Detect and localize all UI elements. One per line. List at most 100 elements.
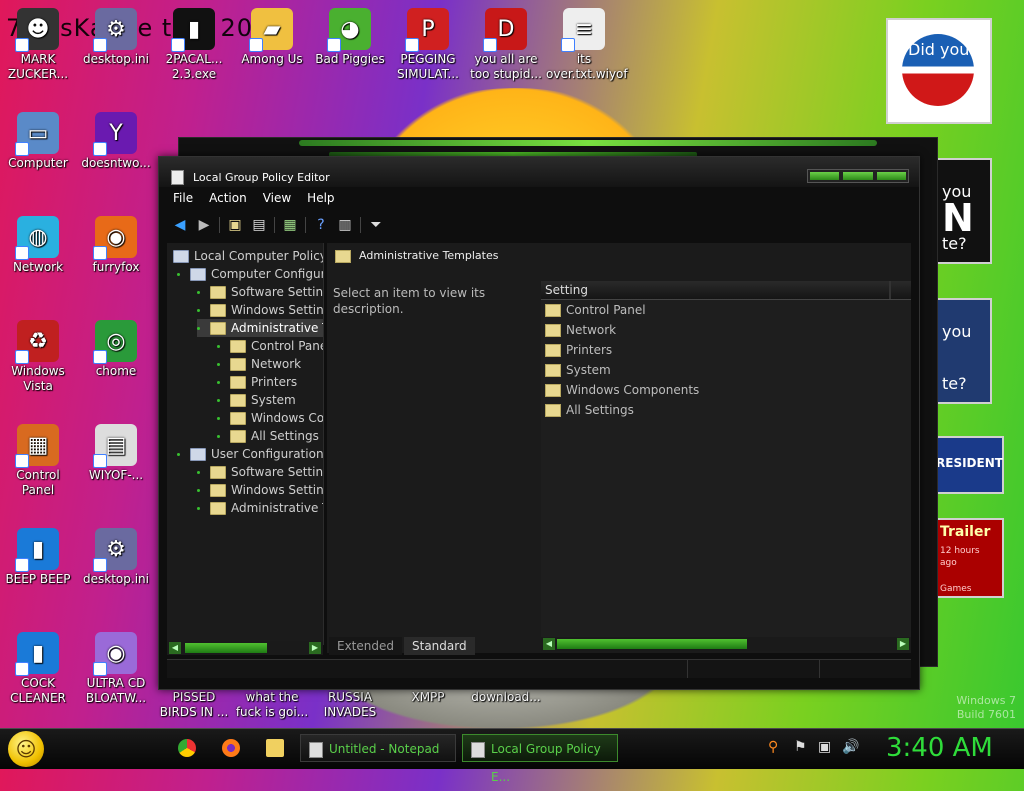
maximize-button[interactable] [843, 172, 873, 180]
desktop-icon[interactable]: ◕ Bad Piggies [312, 8, 388, 67]
tab-extended[interactable]: Extended [329, 637, 402, 655]
ad-tile-4[interactable]: RESIDENT [928, 436, 1004, 494]
search-icon[interactable]: ⚲ [768, 739, 778, 755]
list-item[interactable]: Printers [541, 340, 911, 360]
tree-expand-dot[interactable] [217, 345, 220, 348]
desktop-icon[interactable]: ⚙ desktop.ini [78, 8, 154, 67]
menu-action[interactable]: Action [203, 189, 253, 209]
tree-node[interactable]: Windows Setting [197, 301, 323, 319]
tree-expand-dot[interactable] [197, 507, 200, 510]
desktop-icon[interactable]: ▮ BEEP BEEP [0, 528, 76, 587]
title-bar[interactable]: Local Group Policy Editor [159, 157, 919, 187]
column-separator[interactable] [889, 281, 891, 299]
ad-tile-2[interactable]: you N te? [936, 158, 992, 264]
tree-expand-dot[interactable] [197, 489, 200, 492]
tree-expand-dot[interactable] [177, 453, 180, 456]
menu-view[interactable]: View [257, 189, 297, 209]
tree-expand-dot[interactable] [197, 327, 200, 330]
desktop-icon[interactable]: ⚙ desktop.ini [78, 528, 154, 587]
ad-tile-3[interactable]: you te? [936, 298, 992, 404]
desktop-icon[interactable]: ◉ furryfox [78, 216, 154, 275]
desktop-icon[interactable]: ◍ Network [0, 216, 76, 275]
chrome-icon[interactable] [178, 739, 196, 757]
menu-file[interactable]: File [167, 189, 199, 209]
tree-scrollbar[interactable]: ◀ ▶ [167, 641, 323, 655]
desktop-icon[interactable]: ▤ WIYOF-... [78, 424, 154, 483]
tree-node[interactable]: Local Computer Policy [173, 247, 323, 265]
desktop-icon[interactable]: ▮ COCK CLEANER [0, 632, 76, 706]
volume-icon[interactable]: 🔊 [842, 739, 859, 755]
desktop-icon[interactable]: ☻ MARK ZUCKER... [0, 8, 76, 82]
tree-expand-dot[interactable] [217, 417, 220, 420]
desktop-icon[interactable]: ▮ 2PACAL... 2.3.exe [156, 8, 232, 82]
tree-expand-dot[interactable] [217, 399, 220, 402]
minimize-button[interactable] [810, 172, 840, 180]
action-center-flag-icon[interactable]: ⚑ [794, 739, 807, 755]
tree-node[interactable]: System [217, 391, 296, 409]
list-item[interactable]: Network [541, 320, 911, 340]
desktop-icon[interactable]: ▭ Computer [0, 112, 76, 171]
tree-expand-dot[interactable] [197, 291, 200, 294]
desktop-icon[interactable]: ♻ Windows Vista [0, 320, 76, 394]
group-policy-window[interactable]: Local Group Policy Editor File Action Vi… [158, 156, 920, 690]
desktop-icon[interactable]: Ydoesntwo... [78, 112, 154, 171]
desktop-icon[interactable]: ◎ chome [78, 320, 154, 379]
policy-tree[interactable]: Local Computer Policy Computer Configura S… [167, 243, 324, 645]
list-item[interactable]: All Settings [541, 400, 911, 420]
back-arrow-icon[interactable]: ◀ [171, 216, 189, 234]
tree-node[interactable]: Network [217, 355, 301, 373]
scroll-right-icon[interactable]: ▶ [309, 642, 321, 654]
desktop-icon[interactable]: ▦ Control Panel [0, 424, 76, 498]
desktop-icon[interactable]: ▰ Among Us [234, 8, 310, 67]
tree-node[interactable]: Administrative T [197, 319, 323, 337]
taskbar-clock[interactable]: 3:40 AM [886, 733, 993, 763]
tree-expand-dot[interactable] [197, 471, 200, 474]
firefox-icon[interactable] [222, 739, 240, 757]
desktop-icon[interactable]: P PEGGING SIMULAT... [390, 8, 466, 82]
scroll-thumb[interactable] [557, 639, 747, 649]
up-folder-icon[interactable]: ▣ [226, 216, 244, 234]
scroll-thumb[interactable] [185, 643, 267, 653]
tree-node[interactable]: Software Setting [197, 283, 323, 301]
task-group-policy[interactable]: Local Group Policy E... [462, 734, 618, 784]
scroll-left-icon[interactable]: ◀ [543, 638, 555, 650]
list-item[interactable]: System [541, 360, 911, 380]
task-notepad[interactable]: Untitled - Notepad [300, 734, 456, 762]
tree-expand-dot[interactable] [177, 273, 180, 276]
close-button[interactable] [876, 172, 906, 180]
ad-tile-5[interactable]: Trailer 12 hours ago Games [928, 518, 1004, 598]
tree-expand-dot[interactable] [217, 381, 220, 384]
list-scrollbar[interactable]: ◀ ▶ [541, 637, 911, 651]
tree-node[interactable]: User Configuration [177, 445, 323, 463]
desktop-icon[interactable]: ◉ ULTRA CD BLOATW... [78, 632, 154, 706]
list-item[interactable]: Windows Components [541, 380, 911, 400]
scroll-right-icon[interactable]: ▶ [897, 638, 909, 650]
list-item[interactable]: Control Panel [541, 300, 911, 320]
window-controls[interactable] [807, 169, 909, 183]
network-icon[interactable]: ▣ [818, 739, 831, 755]
tree-node[interactable]: Printers [217, 373, 297, 391]
menu-help[interactable]: Help [301, 189, 340, 209]
folder-icon[interactable] [266, 739, 284, 757]
tree-expand-dot[interactable] [197, 309, 200, 312]
column-header-setting[interactable]: Setting [541, 281, 911, 300]
scroll-left-icon[interactable]: ◀ [169, 642, 181, 654]
desktop-icon[interactable]: ≡ its over.txt.wiyof [546, 8, 628, 82]
desktop-icon[interactable]: Dyou all are too stupid... [468, 8, 544, 82]
tree-node[interactable]: Control Pane [217, 337, 323, 355]
ad-tile-obama[interactable]: Did you [886, 18, 992, 124]
tree-node[interactable]: Computer Configura [177, 265, 323, 283]
tree-node[interactable]: Software Setting [197, 463, 323, 481]
properties-icon[interactable]: ▥ [336, 216, 354, 234]
help-icon[interactable]: ? [312, 216, 330, 234]
tree-node[interactable]: Windows Setting [197, 481, 323, 499]
tree-expand-dot[interactable] [217, 363, 220, 366]
tree-node[interactable]: All Settings [217, 427, 319, 445]
start-button-smiley-icon[interactable]: ☺ [8, 731, 44, 767]
tree-expand-dot[interactable] [217, 435, 220, 438]
tree-node[interactable]: Windows Co [217, 409, 323, 427]
filter-icon[interactable]: ⏷ [367, 216, 385, 234]
tab-standard[interactable]: Standard [404, 637, 475, 655]
tree-node[interactable]: Administrative T [197, 499, 323, 517]
show-hide-tree-icon[interactable]: ▤ [250, 216, 268, 234]
